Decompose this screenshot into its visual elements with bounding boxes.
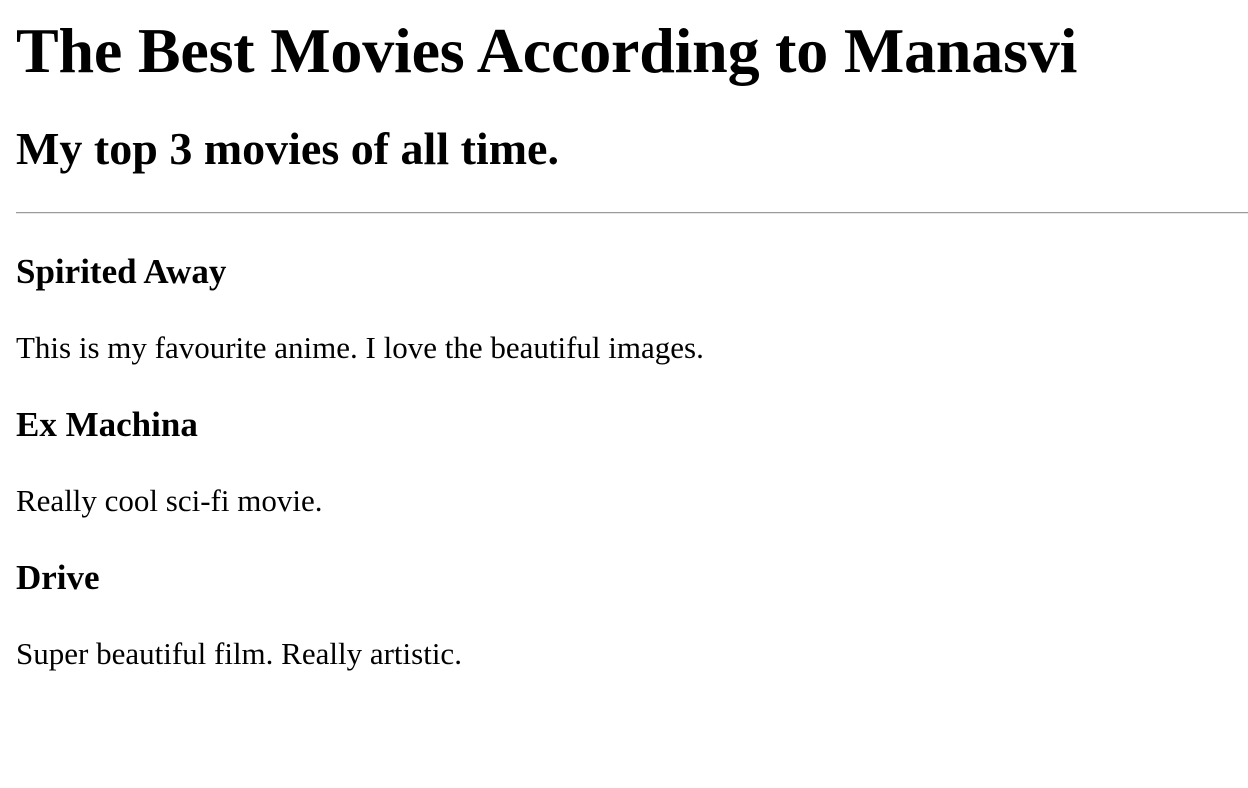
- movie-description: Really cool sci-fi movie.: [16, 483, 323, 518]
- movie-description: Super beautiful film. Really artistic.: [16, 636, 462, 671]
- movie-title: Spirited Away: [16, 252, 227, 291]
- page-title: The Best Movies According to Manasvi: [16, 15, 1078, 86]
- movie-title: Drive: [16, 558, 100, 597]
- movie-title: Ex Machina: [16, 405, 198, 444]
- movie-item: Ex Machina Really cool sci-fi movie.: [16, 405, 1248, 519]
- movie-description: This is my favourite anime. I love the b…: [16, 330, 704, 365]
- movie-item: Drive Super beautiful film. Really artis…: [16, 558, 1248, 672]
- page-subtitle: My top 3 movies of all time.: [16, 123, 559, 174]
- divider: [16, 212, 1248, 214]
- page-content: The Best Movies According to Manasvi My …: [0, 14, 1248, 672]
- movie-list: Spirited Away This is my favourite anime…: [16, 252, 1248, 672]
- movie-item: Spirited Away This is my favourite anime…: [16, 252, 1248, 366]
